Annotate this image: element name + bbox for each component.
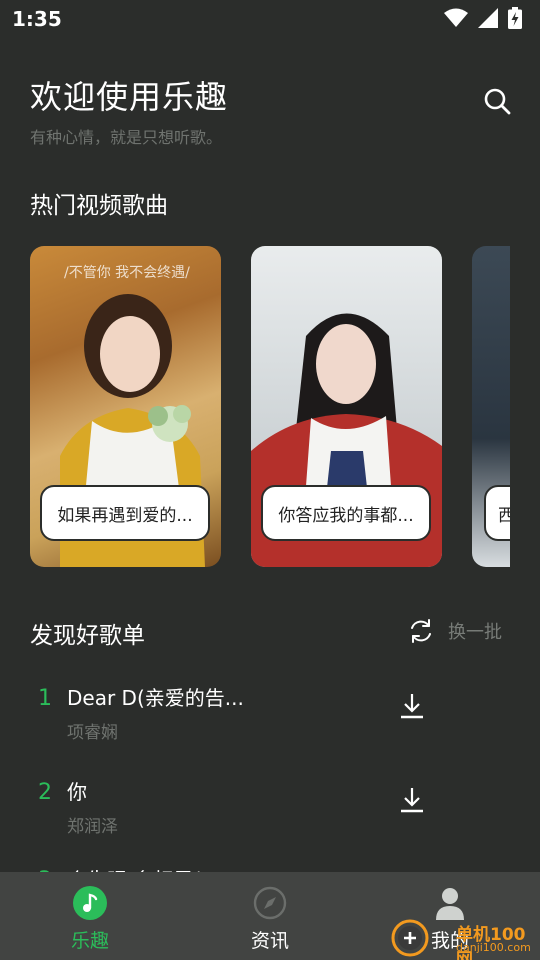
song-artist: 郑润泽	[67, 817, 118, 837]
watermark-text: 单机100网	[456, 925, 526, 960]
header: 欢迎使用乐趣 有种心情，就是只想听歌。	[30, 72, 510, 148]
song-name: Dear D(亲爱的告...	[67, 686, 244, 710]
nav-item-news[interactable]: 资讯	[210, 872, 330, 960]
wifi-icon	[444, 8, 468, 27]
music-note-icon	[73, 886, 107, 920]
watermark-logo-icon	[391, 919, 429, 957]
video-caption: 如果再遇到爱的...	[40, 485, 210, 541]
song-number: 2	[38, 780, 52, 805]
song-row[interactable]: 2 你 郑润泽	[0, 770, 540, 860]
signal-icon	[478, 8, 498, 28]
nav-label: 资讯	[250, 930, 289, 952]
video-caption: 西	[484, 485, 510, 541]
page-title: 欢迎使用乐趣	[30, 78, 229, 116]
video-card[interactable]: /不管你 我不会终遇/ 如果再遇到爱的...	[30, 246, 221, 567]
section-title-playlist: 发现好歌单	[30, 623, 145, 649]
song-row[interactable]: 1 Dear D(亲爱的告... 项睿娴	[0, 676, 540, 766]
video-caption: 你答应我的事都...	[261, 485, 431, 541]
battery-charging-icon	[508, 7, 522, 29]
nav-label: 乐趣	[70, 930, 109, 952]
search-icon[interactable]	[482, 86, 512, 116]
download-icon[interactable]	[398, 786, 426, 814]
song-number: 1	[38, 686, 52, 711]
video-carousel[interactable]: /不管你 我不会终遇/ 如果再遇到爱的... 你答应我的事都...	[30, 246, 510, 568]
refresh-icon	[411, 619, 431, 643]
compass-icon	[253, 886, 287, 920]
download-icon[interactable]	[398, 692, 426, 720]
video-card[interactable]: 你答应我的事都...	[251, 246, 442, 567]
status-icons	[444, 7, 522, 29]
song-name: 你	[67, 780, 87, 804]
refresh-label: 换一批	[448, 622, 502, 643]
page-subtitle: 有种心情，就是只想听歌。	[30, 128, 223, 147]
app-screen: 1:35 欢迎使用乐趣 有种心情，就是只想听歌。 热门视频歌曲 /不管你 我不会	[0, 0, 540, 960]
status-time: 1:35	[12, 7, 62, 31]
section-title-hot-videos: 热门视频歌曲	[30, 193, 168, 219]
status-bar: 1:35	[0, 0, 540, 38]
video-card[interactable]: 西	[472, 246, 510, 567]
watermark-url: danji100.com	[456, 941, 531, 954]
watermark: 单机100网 danji100.com	[390, 908, 540, 960]
refresh-button[interactable]: 换一批	[408, 618, 502, 644]
nav-item-lequ[interactable]: 乐趣	[30, 872, 150, 960]
song-artist: 项睿娴	[67, 723, 118, 743]
